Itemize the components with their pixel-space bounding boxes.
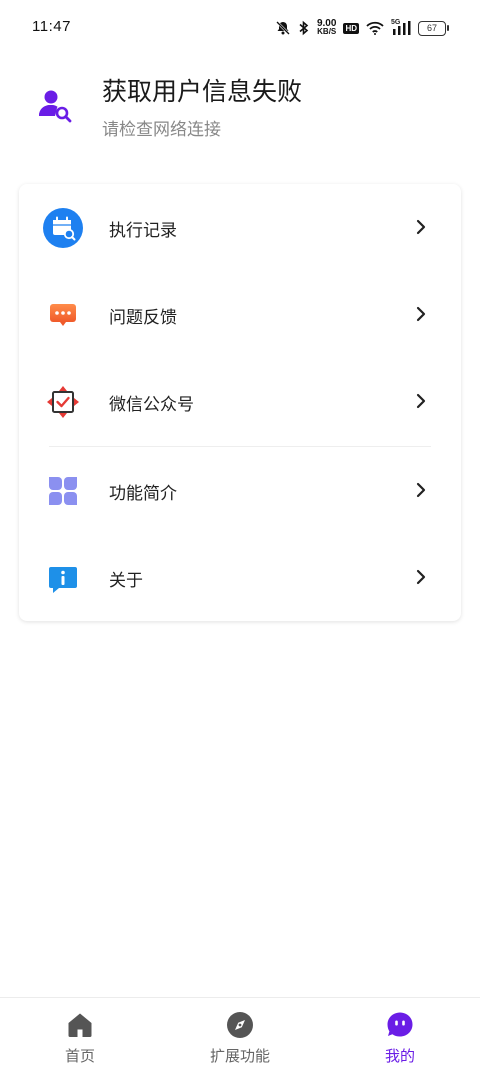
menu-item-execution-record[interactable]: 执行记录	[19, 184, 461, 271]
menu-item-wechat-official[interactable]: 微信公众号	[19, 358, 461, 445]
nav-tab-extensions[interactable]: 扩展功能	[160, 998, 320, 1074]
menu-item-label: 问题反馈	[109, 308, 177, 328]
mute-bell-icon	[276, 21, 290, 35]
wifi-icon	[366, 21, 384, 35]
net-speed: 9.00 KB/S	[317, 19, 337, 36]
bottom-nav: 首页 扩展功能 我的	[0, 997, 480, 1074]
chevron-right-icon	[416, 393, 426, 409]
nav-label: 首页	[64, 1047, 95, 1065]
user-search-icon	[39, 90, 72, 123]
menu-item-label: 微信公众号	[109, 395, 194, 415]
menu-item-label: 执行记录	[109, 221, 177, 241]
battery-indicator: 67	[418, 20, 449, 36]
chat-bubble-icon	[50, 304, 76, 326]
compass-icon	[227, 1012, 253, 1038]
chevron-right-icon	[416, 306, 426, 322]
calendar-search-icon	[43, 208, 83, 248]
nav-label: 我的	[384, 1047, 415, 1065]
cell-signal: 5G	[391, 19, 411, 35]
menu-item-feedback[interactable]: 问题反馈	[19, 271, 461, 358]
nav-label: 扩展功能	[209, 1047, 270, 1065]
grid-petal-icon	[49, 477, 77, 505]
profile-title: 获取用户信息失败	[102, 77, 303, 106]
home-icon	[68, 1013, 92, 1037]
net-speed-unit: KB/S	[317, 27, 337, 36]
status-icons: 9.00 KB/S HD 5G 67	[275, 18, 449, 38]
profile-header[interactable]: 获取用户信息失败 请检查网络连接	[0, 56, 480, 166]
nav-tab-mine[interactable]: 我的	[320, 998, 480, 1074]
menu-item-label: 功能简介	[109, 484, 177, 504]
profile-subtitle: 请检查网络连接	[102, 120, 221, 140]
chevron-right-icon	[416, 219, 426, 235]
menu-item-label: 关于	[109, 571, 143, 591]
menu-item-feature-intro[interactable]: 功能简介	[19, 447, 461, 534]
info-icon	[49, 567, 77, 593]
hd-badge: HD	[343, 22, 359, 34]
profile-face-icon	[387, 1012, 413, 1037]
menu-item-about[interactable]: 关于	[19, 534, 461, 621]
chevron-right-icon	[416, 569, 426, 585]
nav-tab-home[interactable]: 首页	[0, 998, 160, 1074]
chevron-right-icon	[416, 482, 426, 498]
bluetooth-icon	[299, 20, 309, 36]
wechat-official-icon	[47, 386, 79, 418]
cell-signal-icon	[393, 21, 411, 35]
status-bar: 11:47 9.00 KB/S HD 5G 67	[0, 0, 480, 56]
menu-card: 执行记录 问题反馈 微信公众号 功能简介 关于	[19, 184, 461, 621]
status-time: 11:47	[32, 18, 71, 35]
